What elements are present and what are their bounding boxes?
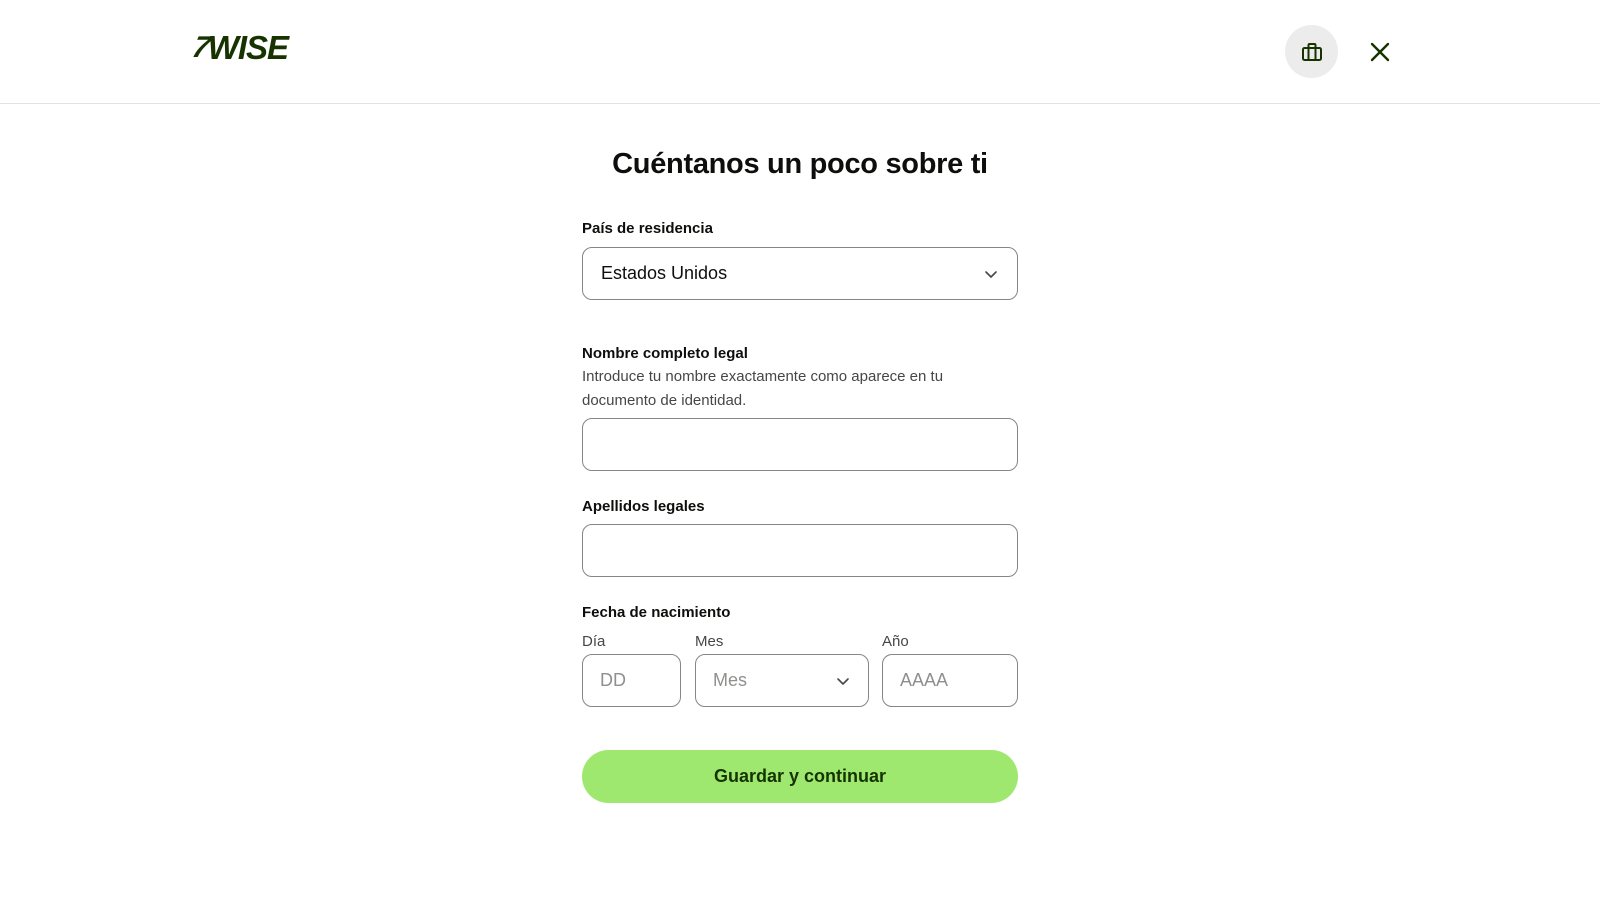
- birth-month-select-value: Mes: [713, 670, 748, 690]
- full-name-label: Nombre completo legal: [582, 345, 748, 362]
- country-label: País de residencia: [582, 220, 713, 237]
- country-select[interactable]: Estados Unidos: [582, 247, 1018, 300]
- birth-month-label: Mes: [695, 633, 724, 650]
- briefcase-icon: [1301, 42, 1322, 61]
- full-name-input[interactable]: [582, 418, 1018, 471]
- close-button[interactable]: [1362, 34, 1398, 70]
- birth-year-label: Año: [882, 633, 909, 650]
- country-select-value: Estados Unidos: [601, 263, 728, 283]
- chevron-down-icon: [985, 270, 997, 278]
- business-account-button[interactable]: [1285, 25, 1338, 78]
- birth-day-label: Día: [582, 633, 606, 650]
- last-names-label: Apellidos legales: [582, 498, 705, 515]
- close-icon: [1370, 42, 1390, 62]
- wise-logo[interactable]: 7 WISE: [189, 29, 289, 66]
- page-title: Cuéntanos un poco sobre ti: [612, 148, 988, 180]
- last-names-input[interactable]: [582, 524, 1018, 577]
- full-name-help-text: Introduce tu nombre exactamente como apa…: [582, 368, 944, 409]
- wise-logo-text: WISE: [207, 29, 289, 66]
- birth-month-select[interactable]: Mes: [695, 654, 869, 707]
- birth-day-input[interactable]: [582, 654, 681, 707]
- save-and-continue-button[interactable]: Guardar y continuar: [582, 750, 1018, 803]
- chevron-down-icon: [837, 677, 849, 685]
- top-bar: 7 WISE: [0, 0, 1600, 104]
- birth-year-input[interactable]: [882, 654, 1018, 707]
- birth-date-label: Fecha de nacimiento: [582, 604, 731, 621]
